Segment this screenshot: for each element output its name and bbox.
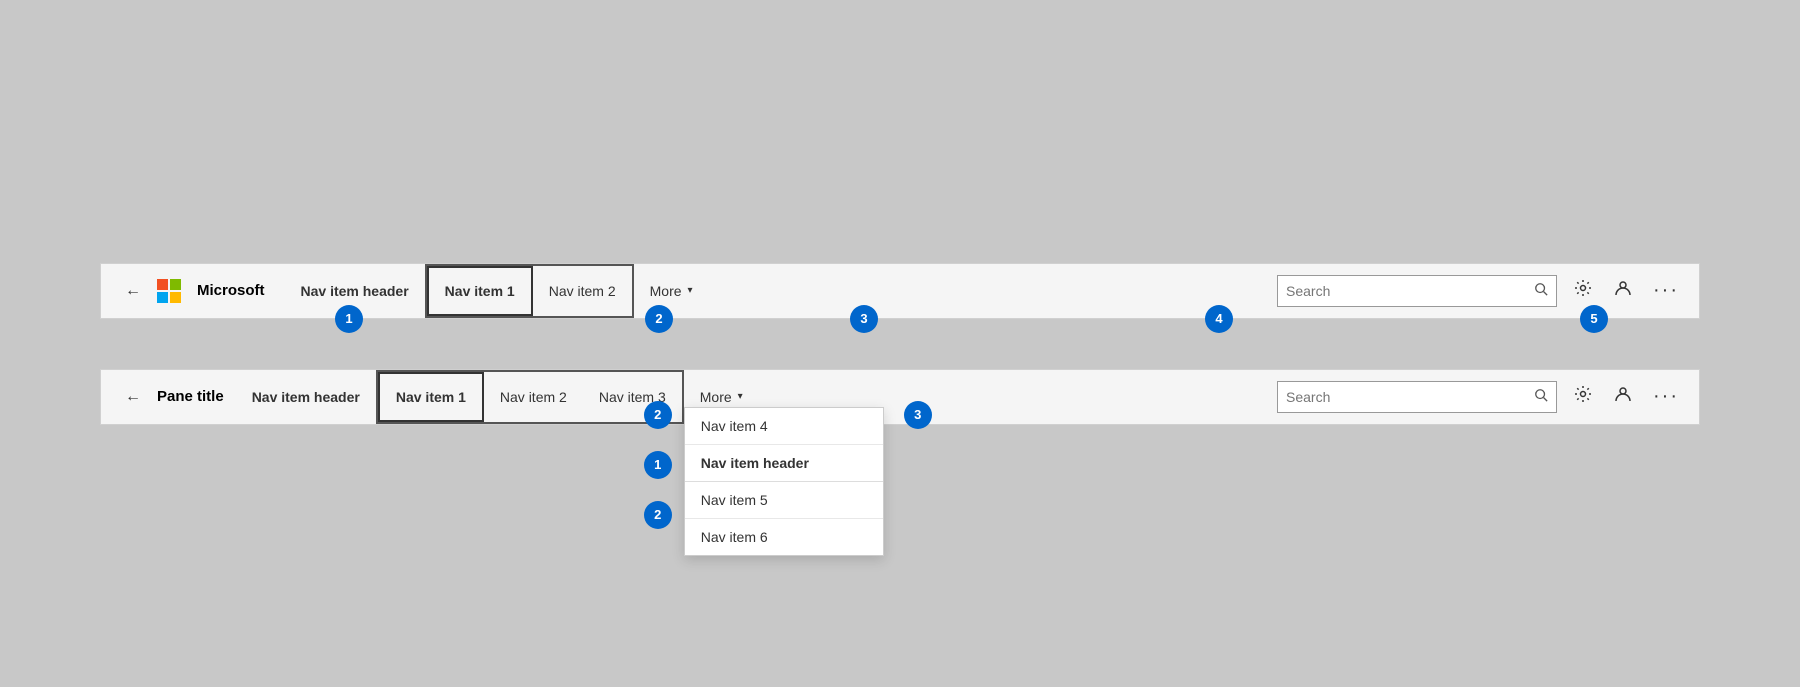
dropdown-item-4[interactable]: Nav item 4	[685, 408, 883, 445]
dropdown-item-header: Nav item header	[685, 445, 883, 482]
chevron-down-icon-2: ▾	[738, 391, 743, 402]
ellipsis-icon-2[interactable]: ···	[1649, 381, 1683, 412]
back-button-2[interactable]: ←	[117, 384, 149, 410]
badge-1-5: 5	[1580, 305, 1608, 333]
badge-1-4: 4	[1205, 305, 1233, 333]
search-area-2: ···	[1277, 380, 1683, 413]
search-icon-2[interactable]	[1534, 388, 1548, 405]
ellipsis-icon-1[interactable]: ···	[1649, 275, 1683, 306]
nav-item-1-1[interactable]: Nav item 1	[427, 266, 533, 316]
gear-icon-1[interactable]	[1569, 274, 1597, 307]
more-dropdown-menu: Nav item 4 Nav item header Nav item 5 Na…	[684, 407, 884, 556]
dropdown-item-5[interactable]: Nav item 5	[685, 482, 883, 519]
nav-header-2[interactable]: Nav item header	[236, 370, 376, 424]
badge-dropdown-3: 3	[904, 401, 932, 429]
user-icon-1[interactable]	[1609, 274, 1637, 307]
dropdown-item-6[interactable]: Nav item 6	[685, 519, 883, 555]
badge-dropdown-2b: 2	[644, 501, 672, 529]
badge-1-3: 3	[850, 305, 878, 333]
search-box-2	[1277, 381, 1557, 413]
nav-items-group-1: Nav item 1 Nav item 2	[425, 264, 634, 318]
microsoft-brand: Microsoft	[197, 282, 265, 299]
badge-1-2: 2	[645, 305, 673, 333]
nav-item-2-1[interactable]: Nav item 1	[378, 372, 484, 422]
search-icon-1[interactable]	[1534, 282, 1548, 299]
page-wrapper: ← Microsoft Nav item header Nav item 1 N…	[100, 263, 1700, 425]
nav-items-group-2: Nav item 1 Nav item 2 Nav item 3	[376, 370, 684, 424]
gear-icon-2[interactable]	[1569, 380, 1597, 413]
more-button-1[interactable]: More ▾	[634, 264, 709, 318]
back-button-1[interactable]: ←	[117, 278, 149, 304]
more-dropdown-container: More ▾ Nav item 4 Nav item header Nav it…	[684, 389, 759, 405]
user-icon-2[interactable]	[1609, 380, 1637, 413]
search-input-1[interactable]	[1286, 283, 1534, 299]
pane-title: Pane title	[157, 388, 224, 405]
navbar2-wrapper: ← Pane title Nav item header Nav item 1 …	[100, 369, 1700, 425]
badge-1-1: 1	[335, 305, 363, 333]
nav-item-2-2[interactable]: Nav item 2	[484, 372, 583, 422]
chevron-down-icon: ▾	[688, 285, 693, 296]
nav-item-1-2[interactable]: Nav item 2	[533, 266, 632, 316]
navbar2: ← Pane title Nav item header Nav item 1 …	[100, 369, 1700, 425]
search-box-1	[1277, 275, 1557, 307]
navbar1-wrapper: ← Microsoft Nav item header Nav item 1 N…	[100, 263, 1700, 319]
search-input-2[interactable]	[1286, 389, 1534, 405]
search-area-1: ···	[1277, 274, 1683, 307]
ms-logo	[157, 279, 181, 303]
more-button-2[interactable]: More ▾	[684, 389, 759, 405]
badge-dropdown-1: 1	[644, 451, 672, 479]
badge-dropdown-2a: 2	[644, 401, 672, 429]
